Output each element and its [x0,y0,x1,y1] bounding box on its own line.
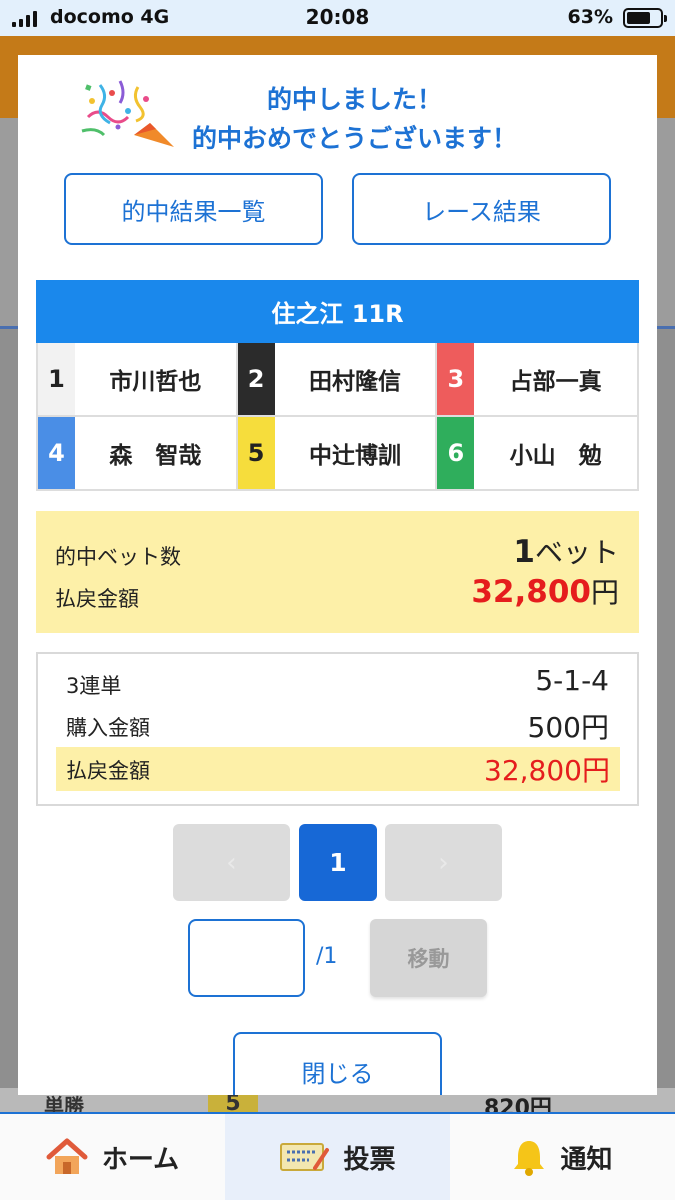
bet-detail: 3連単 5-1-4 購入金額 500円 払戻金額 32,800円 [36,652,639,806]
status-bar: docomo 4G 20:08 63% [0,0,675,36]
payout-label: 払戻金額 [55,587,139,611]
racer-cell: 3 占部一真 [437,343,637,417]
racer-grid: 1 市川哲也 2 田村隆信 3 占部一真 4 森 智哉 5 中辻博訓 6 小山 … [36,343,639,491]
racer-name: 田村隆信 [308,369,401,395]
battery-percent: 63% [567,6,613,28]
battery-icon [623,8,667,28]
racer-cell: 6 小山 勉 [437,417,637,489]
bottom-tab-bar: ホーム 投票 通知 [0,1112,675,1200]
bet-type: 3連単 [66,674,122,698]
racer-name: 小山 勉 [509,443,602,469]
tab-home[interactable]: ホーム [0,1114,225,1200]
detail-payout-value: 32,800円 [484,754,610,787]
racer-name: 森 智哉 [109,443,202,469]
tab-home-label: ホーム [101,1144,180,1175]
purchase-amount-label: 購入金額 [66,716,150,740]
congratulations-message: 的中しました！ 的中おめでとうございます！ [18,80,657,158]
racer-number: 6 [437,417,475,489]
payout-unit: 円 [590,576,619,609]
racer-number: 1 [38,343,75,415]
congrats-line-1: 的中しました！ [266,85,442,114]
hits-list-button[interactable]: 的中結果一覧 [64,173,323,245]
racer-number: 2 [237,343,275,415]
racer-cell: 2 田村隆信 [237,343,438,417]
payout-amount: 32,800 [471,574,591,610]
hit-bets-label: 的中ベット数 [55,545,181,569]
battery-fill [627,12,650,24]
detail-payout-label: 払戻金額 [66,759,150,783]
next-page-button[interactable]: › [385,824,502,901]
race-title: 住之江 11R [36,280,639,343]
page-total: /1 [316,944,338,969]
racer-number: 4 [38,417,75,489]
payout-value: 32,800円 [471,571,619,611]
racer-number: 3 [437,343,475,415]
purchase-amount-value: 500円 [527,711,609,744]
racer-cell: 1 市川哲也 [38,343,238,417]
racer-cell: 4 森 智哉 [38,417,238,489]
current-page-button[interactable]: 1 [299,824,377,901]
racer-cell: 5 中辻博訓 [237,417,438,489]
tab-vote[interactable]: 投票 [225,1114,450,1200]
racer-name: 占部一真 [509,369,602,395]
hit-result-modal: 的中しました！ 的中おめでとうございます！ 的中結果一覧 レース結果 住之江 1… [18,55,657,1095]
tab-vote-label: 投票 [343,1144,396,1175]
bell-icon [514,1141,545,1176]
prev-page-button[interactable]: ‹ [173,824,290,901]
bet-combination: 5-1-4 [535,664,609,697]
tab-notify-label: 通知 [560,1144,613,1175]
hit-summary: 的中ベット数 払戻金額 1ベット 32,800円 [36,511,639,633]
move-button[interactable]: 移動 [370,919,487,997]
racer-name: 市川哲也 [109,369,202,395]
race-result-button[interactable]: レース結果 [352,173,611,245]
ticket-icon [280,1143,330,1171]
hit-bets-value: 1ベット [513,531,619,571]
detail-payout-row: 払戻金額 32,800円 [56,747,620,791]
close-button[interactable]: 閉じる [233,1032,442,1095]
congrats-line-2: 的中おめでとうございます！ [191,124,517,153]
tab-notify[interactable]: 通知 [450,1114,675,1200]
home-icon [46,1138,88,1174]
hit-bets-count: 1 [513,534,535,570]
racer-name: 中辻博訓 [308,443,401,469]
racer-number: 5 [237,417,275,489]
hit-bets-unit: ベット [534,536,619,569]
page-number-input[interactable] [188,919,305,997]
